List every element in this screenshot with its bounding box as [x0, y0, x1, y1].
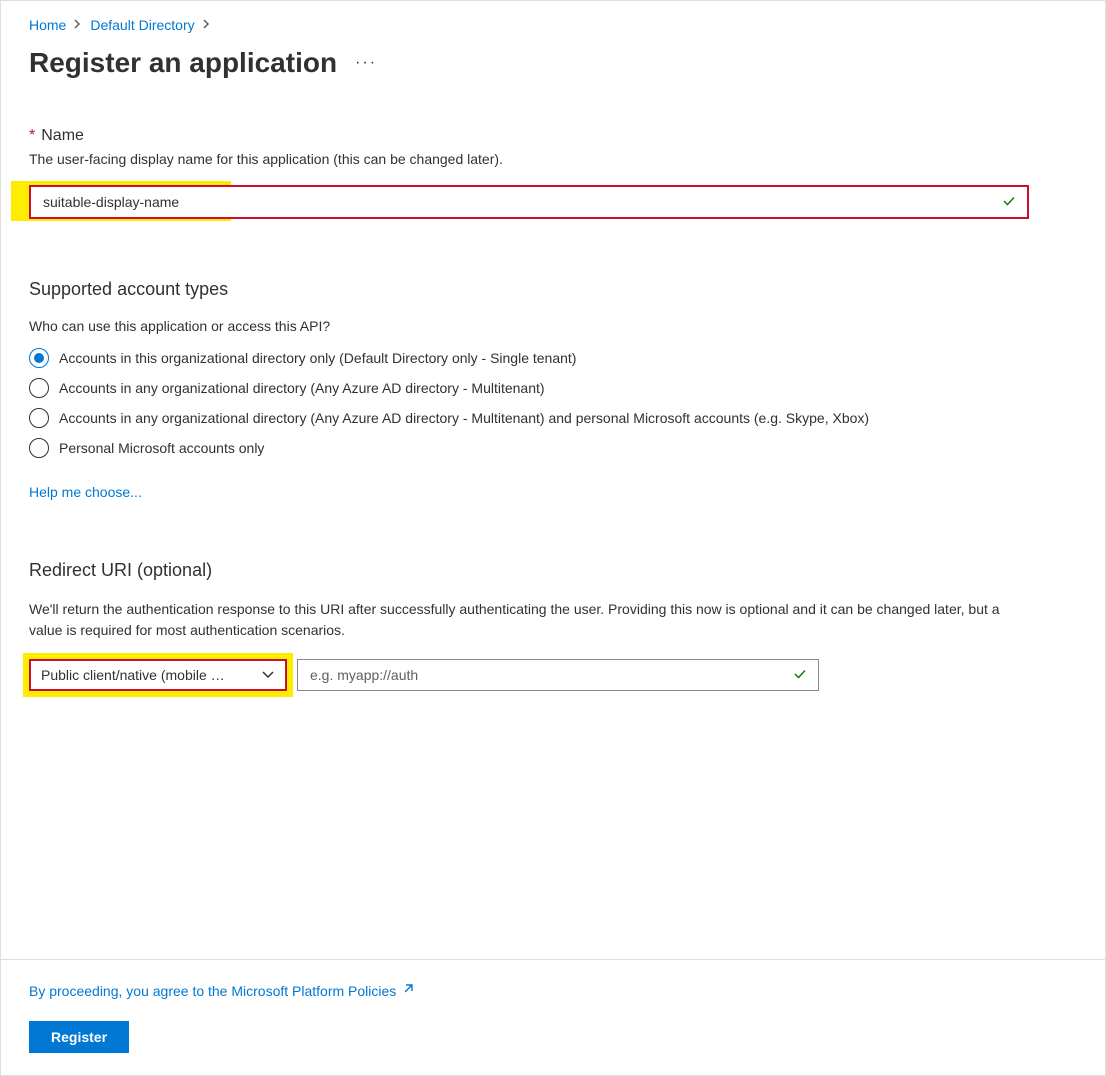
- breadcrumb-home[interactable]: Home: [29, 17, 66, 33]
- register-button[interactable]: Register: [29, 1021, 129, 1053]
- breadcrumb: Home Default Directory: [29, 17, 1077, 33]
- chevron-right-icon: [203, 18, 211, 32]
- radio-icon: [29, 378, 49, 398]
- radio-icon: [29, 408, 49, 428]
- chevron-right-icon: [74, 18, 82, 32]
- name-input[interactable]: [41, 193, 1001, 211]
- platform-select-value: Public client/native (mobile …: [41, 667, 225, 683]
- account-type-option-single-tenant[interactable]: Accounts in this organizational director…: [29, 348, 1077, 368]
- redirect-heading: Redirect URI (optional): [29, 560, 1077, 581]
- name-description: The user-facing display name for this ap…: [29, 151, 1077, 167]
- radio-label: Accounts in this organizational director…: [59, 350, 576, 366]
- radio-icon: [29, 348, 49, 368]
- account-types-heading: Supported account types: [29, 279, 1077, 300]
- checkmark-icon: [1001, 193, 1017, 212]
- account-type-option-personal[interactable]: Personal Microsoft accounts only: [29, 438, 1077, 458]
- external-link-icon: [402, 982, 416, 999]
- platform-policies-link[interactable]: By proceeding, you agree to the Microsof…: [29, 982, 416, 999]
- chevron-down-icon: [261, 667, 275, 683]
- redirect-uri-input-container: [297, 659, 819, 691]
- radio-icon: [29, 438, 49, 458]
- account-types-question: Who can use this application or access t…: [29, 318, 1077, 334]
- redirect-description: We'll return the authentication response…: [29, 599, 1029, 641]
- breadcrumb-directory[interactable]: Default Directory: [90, 17, 194, 33]
- more-actions-button[interactable]: ···: [351, 50, 381, 76]
- help-me-choose-link[interactable]: Help me choose...: [29, 484, 142, 500]
- radio-label: Accounts in any organizational directory…: [59, 380, 545, 396]
- account-type-option-multitenant-personal[interactable]: Accounts in any organizational directory…: [29, 408, 1077, 428]
- radio-label: Personal Microsoft accounts only: [59, 440, 264, 456]
- name-label: * Name: [29, 127, 1077, 145]
- required-star-icon: *: [29, 127, 35, 145]
- redirect-uri-input[interactable]: [308, 666, 792, 684]
- platform-select[interactable]: Public client/native (mobile …: [29, 659, 287, 691]
- name-input-container: [29, 185, 1029, 219]
- radio-label: Accounts in any organizational directory…: [59, 410, 869, 426]
- page-title: Register an application: [29, 47, 337, 79]
- checkmark-icon: [792, 666, 808, 685]
- account-type-option-multitenant[interactable]: Accounts in any organizational directory…: [29, 378, 1077, 398]
